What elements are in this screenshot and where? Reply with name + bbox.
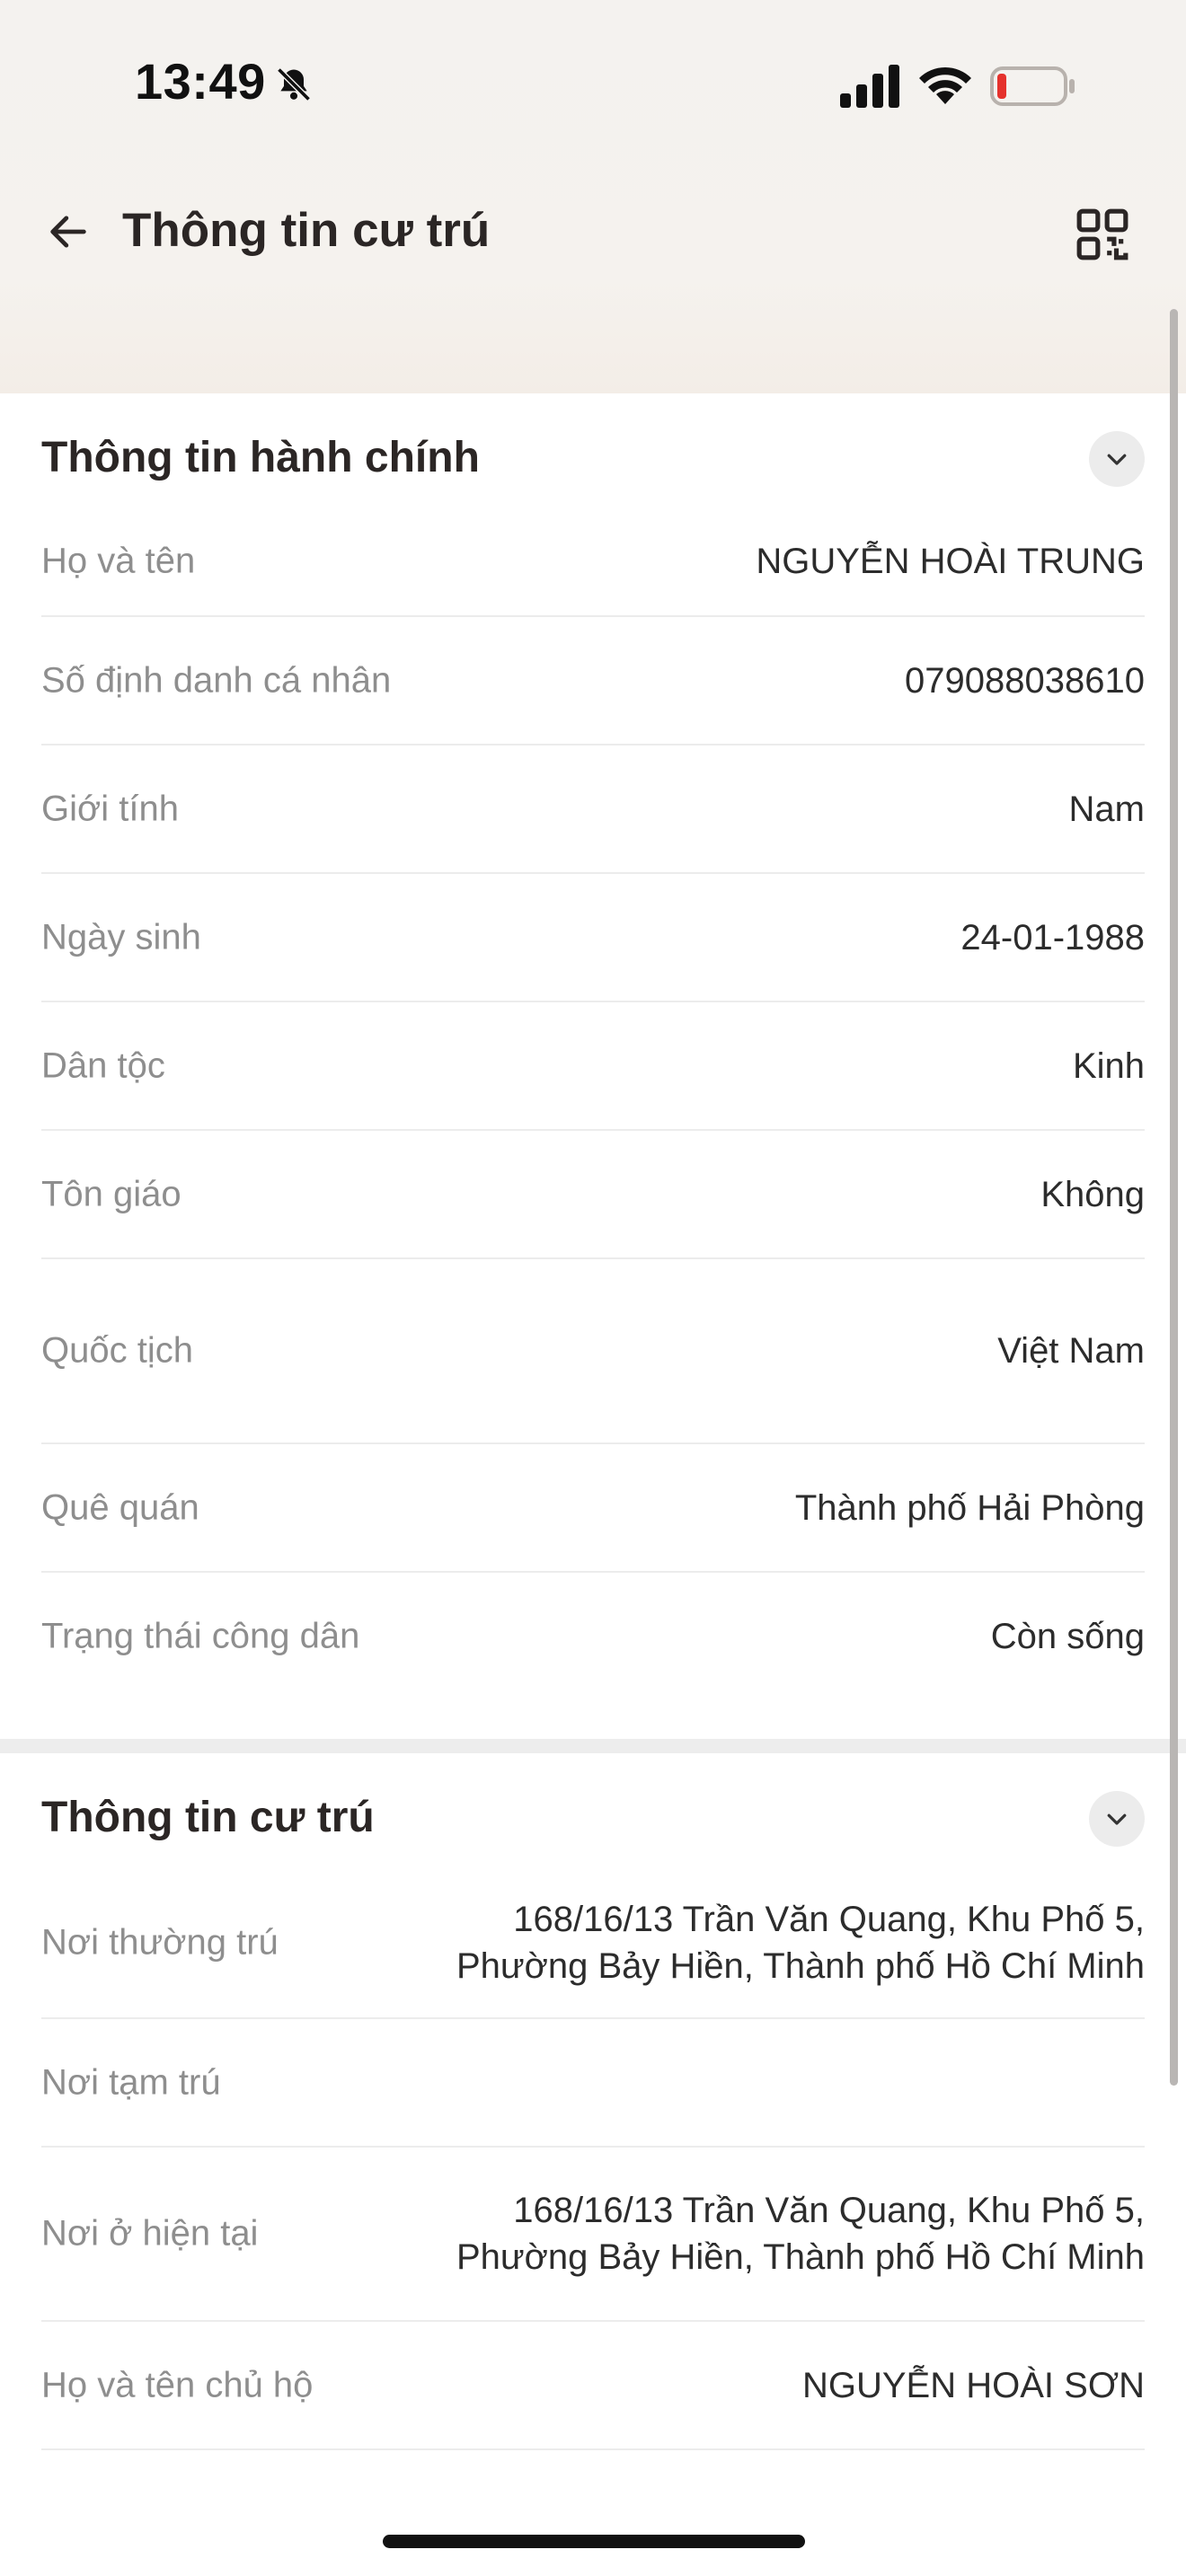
row-value: 24-01-1988 [960,917,1145,957]
info-row-birth-date: Ngày sinh 24-01-1988 [41,874,1145,1002]
residence-collapse-toggle[interactable] [1089,1791,1145,1847]
info-row-personal-id: Số định danh cá nhân 079088038610 [41,617,1145,745]
info-row-ethnicity: Dân tộc Kinh [41,1002,1145,1131]
row-value: NGUYỄN HOÀI TRUNG [756,542,1145,581]
row-value: 079088038610 [905,660,1145,701]
scrollbar[interactable] [1170,309,1178,2086]
bell-muted-icon [277,67,311,101]
row-label: Nơi ở hiện tại [41,2213,259,2254]
row-label: Ngày sinh [41,917,201,957]
info-row-current-residence: Nơi ở hiện tại 168/16/13 Trần Văn Quang,… [41,2148,1145,2322]
row-value: 168/16/13 Trần Văn Quang, Khu Phố 5, Phư… [456,1900,1145,1986]
row-value: Nam [1068,789,1145,829]
status-bar: 13:49 [0,0,1186,171]
info-row-hometown: Quê quán Thành phố Hải Phòng [41,1444,1145,1573]
row-label: Nơi thường trú [41,1922,279,1963]
section-divider [0,1739,1186,1753]
administrative-collapse-toggle[interactable] [1089,431,1145,487]
row-label: Quốc tịch [41,1330,193,1371]
row-label: Giới tính [41,789,179,828]
info-row-full-name: Họ và tên NGUYỄN HOÀI TRUNG [41,507,1145,617]
row-value: Thành phố Hải Phòng [794,1487,1145,1528]
row-label: Họ và tên chủ hộ [41,2365,314,2404]
row-label: Trạng thái công dân [41,1616,360,1655]
info-row-religion: Tôn giáo Không [41,1131,1145,1259]
row-value: Việt Nam [997,1331,1145,1371]
row-label: Tôn giáo [41,1174,181,1213]
row-label: Họ và tên [41,541,196,581]
home-indicator[interactable] [383,2535,805,2548]
info-row-permanent-residence: Nơi thường trú 168/16/13 Trần Văn Quang,… [41,1868,1145,2019]
row-label: Quê quán [41,1487,199,1527]
row-value: Không [1040,1174,1145,1214]
info-row-temporary-residence: Nơi tạm trú [41,2019,1145,2148]
back-arrow-icon[interactable] [45,208,92,255]
chevron-down-icon [1107,1813,1127,1825]
row-value: Còn sống [990,1616,1145,1656]
row-label: Số định danh cá nhân [41,660,392,700]
row-label: Nơi tạm trú [41,2062,221,2102]
row-value: 168/16/13 Trần Văn Quang, Khu Phố 5, Phư… [456,2191,1145,2277]
info-row-gender: Giới tính Nam [41,745,1145,874]
cellular-signal-icon [840,65,899,108]
chevron-down-icon [1107,454,1127,465]
wifi-icon [919,66,971,104]
info-row-citizen-status: Trạng thái công dân Còn sống [41,1573,1145,1699]
qr-code-icon[interactable] [1075,207,1130,262]
status-time: 13:49 [135,53,266,110]
battery-low-icon [990,66,1075,106]
row-value: Kinh [1072,1045,1145,1086]
residence-section-title: Thông tin cư trú [41,1794,375,1841]
row-value: NGUYỄN HOÀI SƠN [801,2365,1145,2405]
row-label: Dân tộc [41,1045,165,1085]
info-row-household-head: Họ và tên chủ hộ NGUYỄN HOÀI SƠN [41,2322,1145,2450]
info-row-nationality: Quốc tịch Việt Nam [41,1259,1145,1444]
administrative-section-title: Thông tin hành chính [41,434,480,481]
page-title: Thông tin cư trú [122,204,491,257]
